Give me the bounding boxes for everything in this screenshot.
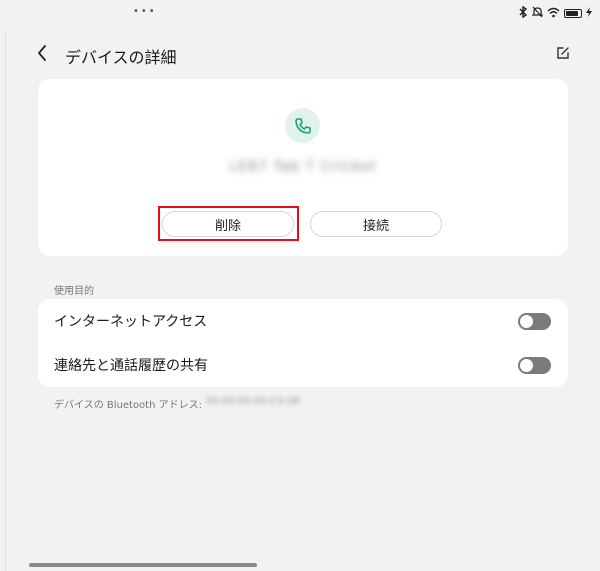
delete-button[interactable]: 削除 [162,211,294,237]
internet-access-toggle[interactable] [518,313,551,330]
multiwindow-handle-icon[interactable]: ••• [133,6,157,17]
device-card: LE87 Tab T Cricket 削除 接続 [38,79,568,256]
window-edge [0,30,6,571]
bluetooth-icon [519,5,528,21]
device-name: LE87 Tab T Cricket [229,159,377,175]
edit-icon [557,47,569,59]
chevron-left-icon [38,45,46,61]
page-title: デバイスの詳細 [65,48,177,67]
contact-sharing-label: 連絡先と通話履歴の共有 [54,358,208,374]
section-label: 使用目的 [54,286,94,297]
mute-icon [531,6,544,21]
device-details-screen: ••• デバイスの詳細 LE87 Tab T Cricket 削除 接続 使用目… [0,0,600,571]
contact-sharing-toggle[interactable] [518,357,551,374]
battery-icon [564,9,582,18]
wifi-icon [547,7,560,21]
charging-icon [586,7,592,20]
phone-icon [285,108,320,143]
back-button[interactable] [34,42,52,64]
edit-button[interactable] [555,45,571,61]
connect-button[interactable]: 接続 [310,211,442,237]
bluetooth-address-label: デバイスの Bluetooth アドレス: [54,400,202,411]
bluetooth-address: デバイスの Bluetooth アドレス: 00:00:00:00:C4:08 [54,396,300,411]
home-indicator[interactable] [29,563,257,567]
internet-access-row[interactable]: インターネットアクセス [38,299,568,343]
status-bar [519,5,592,21]
contact-sharing-row[interactable]: 連絡先と通話履歴の共有 [38,343,568,387]
usage-settings-card: インターネットアクセス 連絡先と通話履歴の共有 [38,299,568,387]
bluetooth-address-value: 00:00:00:00:C4:08 [205,396,300,407]
internet-access-label: インターネットアクセス [54,314,208,330]
